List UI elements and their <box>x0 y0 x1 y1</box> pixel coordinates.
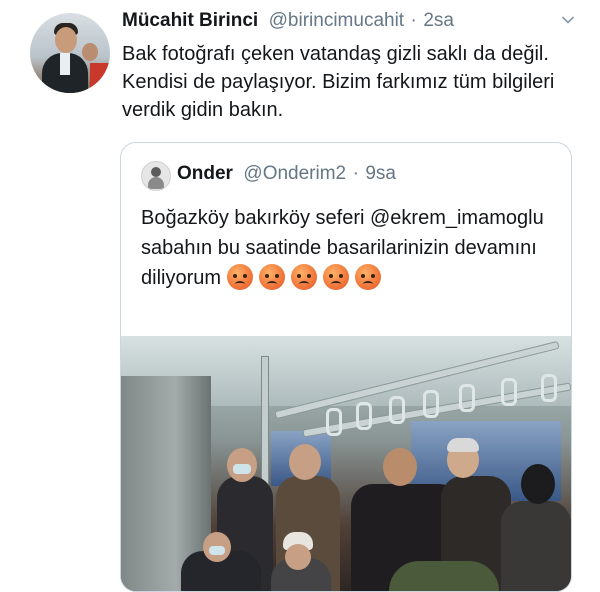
shirt-shape <box>60 53 70 75</box>
quoted-tweet-text: Boğazköy bakırköy seferi @ekrem_imamoglu… <box>141 203 561 293</box>
angry-face-icon <box>259 264 286 290</box>
hand-strap <box>501 378 517 406</box>
face-mask <box>233 464 251 474</box>
author-name[interactable]: Mücahit Birinci <box>122 10 258 31</box>
separator-dot: · <box>410 10 417 31</box>
hand-strap <box>459 384 475 412</box>
face-shape <box>55 27 77 53</box>
tweet-time[interactable]: 2sa <box>423 10 454 31</box>
passenger-head <box>383 448 417 486</box>
hand-strap <box>326 408 342 436</box>
separator-dot: · <box>352 163 359 184</box>
grey-hair <box>447 438 479 452</box>
angry-face-icon <box>291 264 318 290</box>
tweet-header: Mücahit Birinci @birincimucahit · 2sa <box>122 10 580 38</box>
tweet[interactable]: Mücahit Birinci @birincimucahit · 2sa Ba… <box>0 0 600 592</box>
quoted-tweet-header: Onder @Onderim2 · 9sa <box>177 163 396 185</box>
hand-strap <box>541 374 557 402</box>
passenger <box>389 561 499 591</box>
face-mask <box>209 546 225 555</box>
hand-strap <box>423 390 439 418</box>
passenger-head <box>289 444 321 480</box>
chevron-down-icon[interactable] <box>562 14 574 26</box>
hand-strap <box>356 402 372 430</box>
passenger-head <box>521 464 555 504</box>
crowded-bus-photo[interactable] <box>121 336 571 591</box>
author-avatar[interactable] <box>30 13 110 93</box>
quoted-tweet-time[interactable]: 9sa <box>365 163 396 184</box>
quoted-author-handle[interactable]: @Onderim2 <box>243 163 346 184</box>
quoted-author-name[interactable]: Onder <box>177 163 233 184</box>
avatar-figure-body <box>148 177 164 189</box>
background-person <box>82 43 98 61</box>
angry-face-icon <box>355 264 382 290</box>
avatar-figure-head <box>151 167 161 177</box>
hand-strap <box>389 396 405 424</box>
quoted-author-avatar[interactable] <box>141 161 171 191</box>
passenger <box>501 501 571 591</box>
angry-face-icon <box>323 264 350 290</box>
quoted-tweet[interactable]: Onder @Onderim2 · 9sa Boğazköy bakırköy … <box>120 142 572 592</box>
flag-shape <box>90 63 110 93</box>
angry-face-icon <box>227 264 254 290</box>
author-handle[interactable]: @birincimucahit <box>269 10 404 31</box>
tweet-text: Bak fotoğrafı çeken vatandaş gizli saklı… <box>122 43 555 121</box>
passenger-head <box>285 544 311 570</box>
